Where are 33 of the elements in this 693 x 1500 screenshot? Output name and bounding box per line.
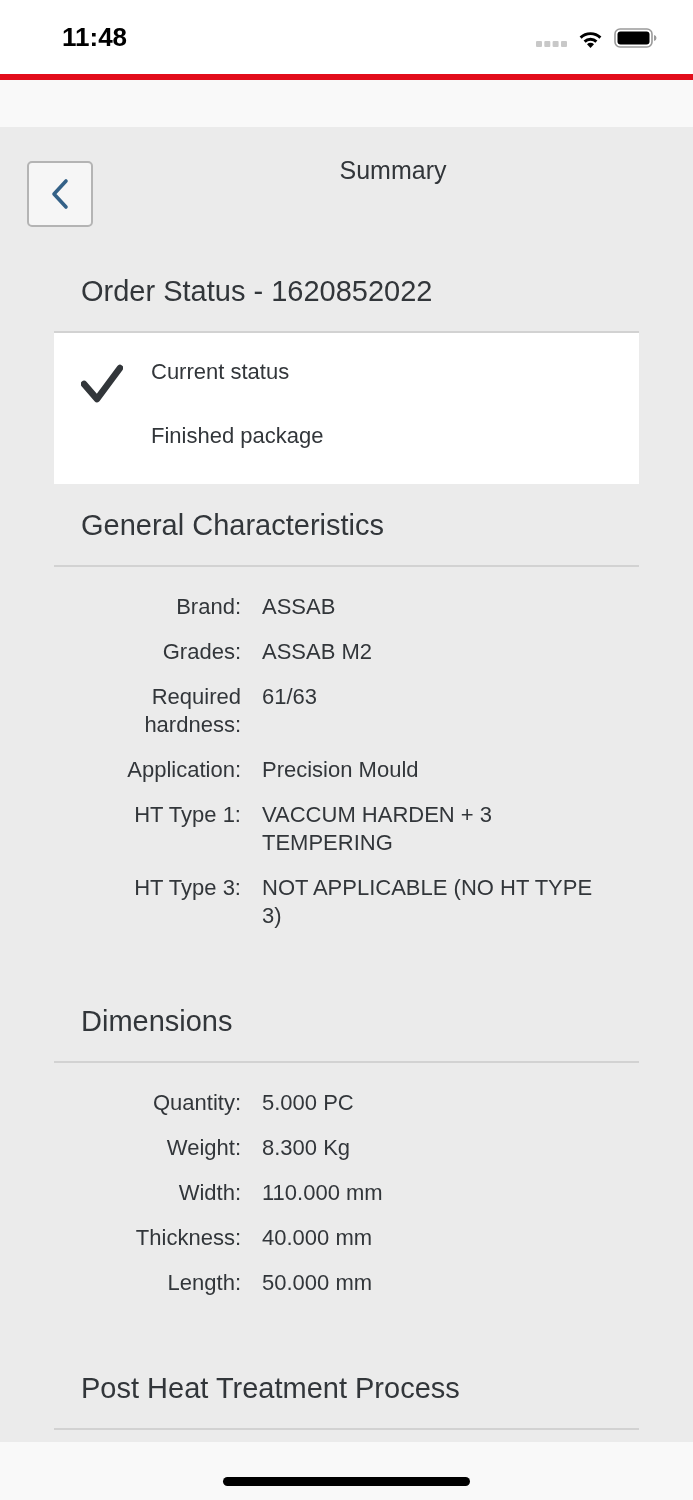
field-label: Quantity: [151,1089,241,1117]
field-label: Application: [126,756,241,784]
section-heading: General Characteristics [54,484,639,567]
field-label: Grades: [161,638,241,666]
field-value: 61/63 [262,683,319,711]
field-value: VACCUM HARDEN + 3 TEMPERING [262,801,494,857]
field-value: NOT APPLICABLE (NO HT TYPE 3) [262,874,594,930]
status-value: Finished package [151,422,324,450]
field-value: ASSAB [262,593,337,621]
page-title: Summary [339,155,447,185]
field-label: HT Type 3: [133,874,241,902]
field-label: Required hardness: [143,683,241,739]
field-value: 8.300 Kg [262,1134,352,1162]
field-label: Brand: [175,593,241,621]
field-value: Precision Mould [262,756,420,784]
field-value: 110.000 mm [262,1179,384,1207]
clock-time: 11:48 [62,22,128,52]
battery-icon [614,28,657,48]
field-value: 40.000 mm [262,1224,374,1252]
field-label: Weight: [165,1134,241,1162]
field-label: Length: [166,1269,241,1297]
back-button[interactable] [27,161,93,227]
field-value: 50.000 mm [262,1269,374,1297]
field-label: Thickness: [134,1224,241,1252]
section-heading: Post Heat Treatment Process [54,1347,639,1430]
field-label: HT Type 1: [133,801,241,829]
signal-icon [536,41,567,47]
section-heading: Dimensions [54,980,639,1063]
field-value: ASSAB M2 [262,638,374,666]
status-label: Current status [151,358,291,386]
field-value: 5.000 PC [262,1089,355,1117]
field-label: Width: [177,1179,241,1207]
checkmark-icon [81,363,123,404]
